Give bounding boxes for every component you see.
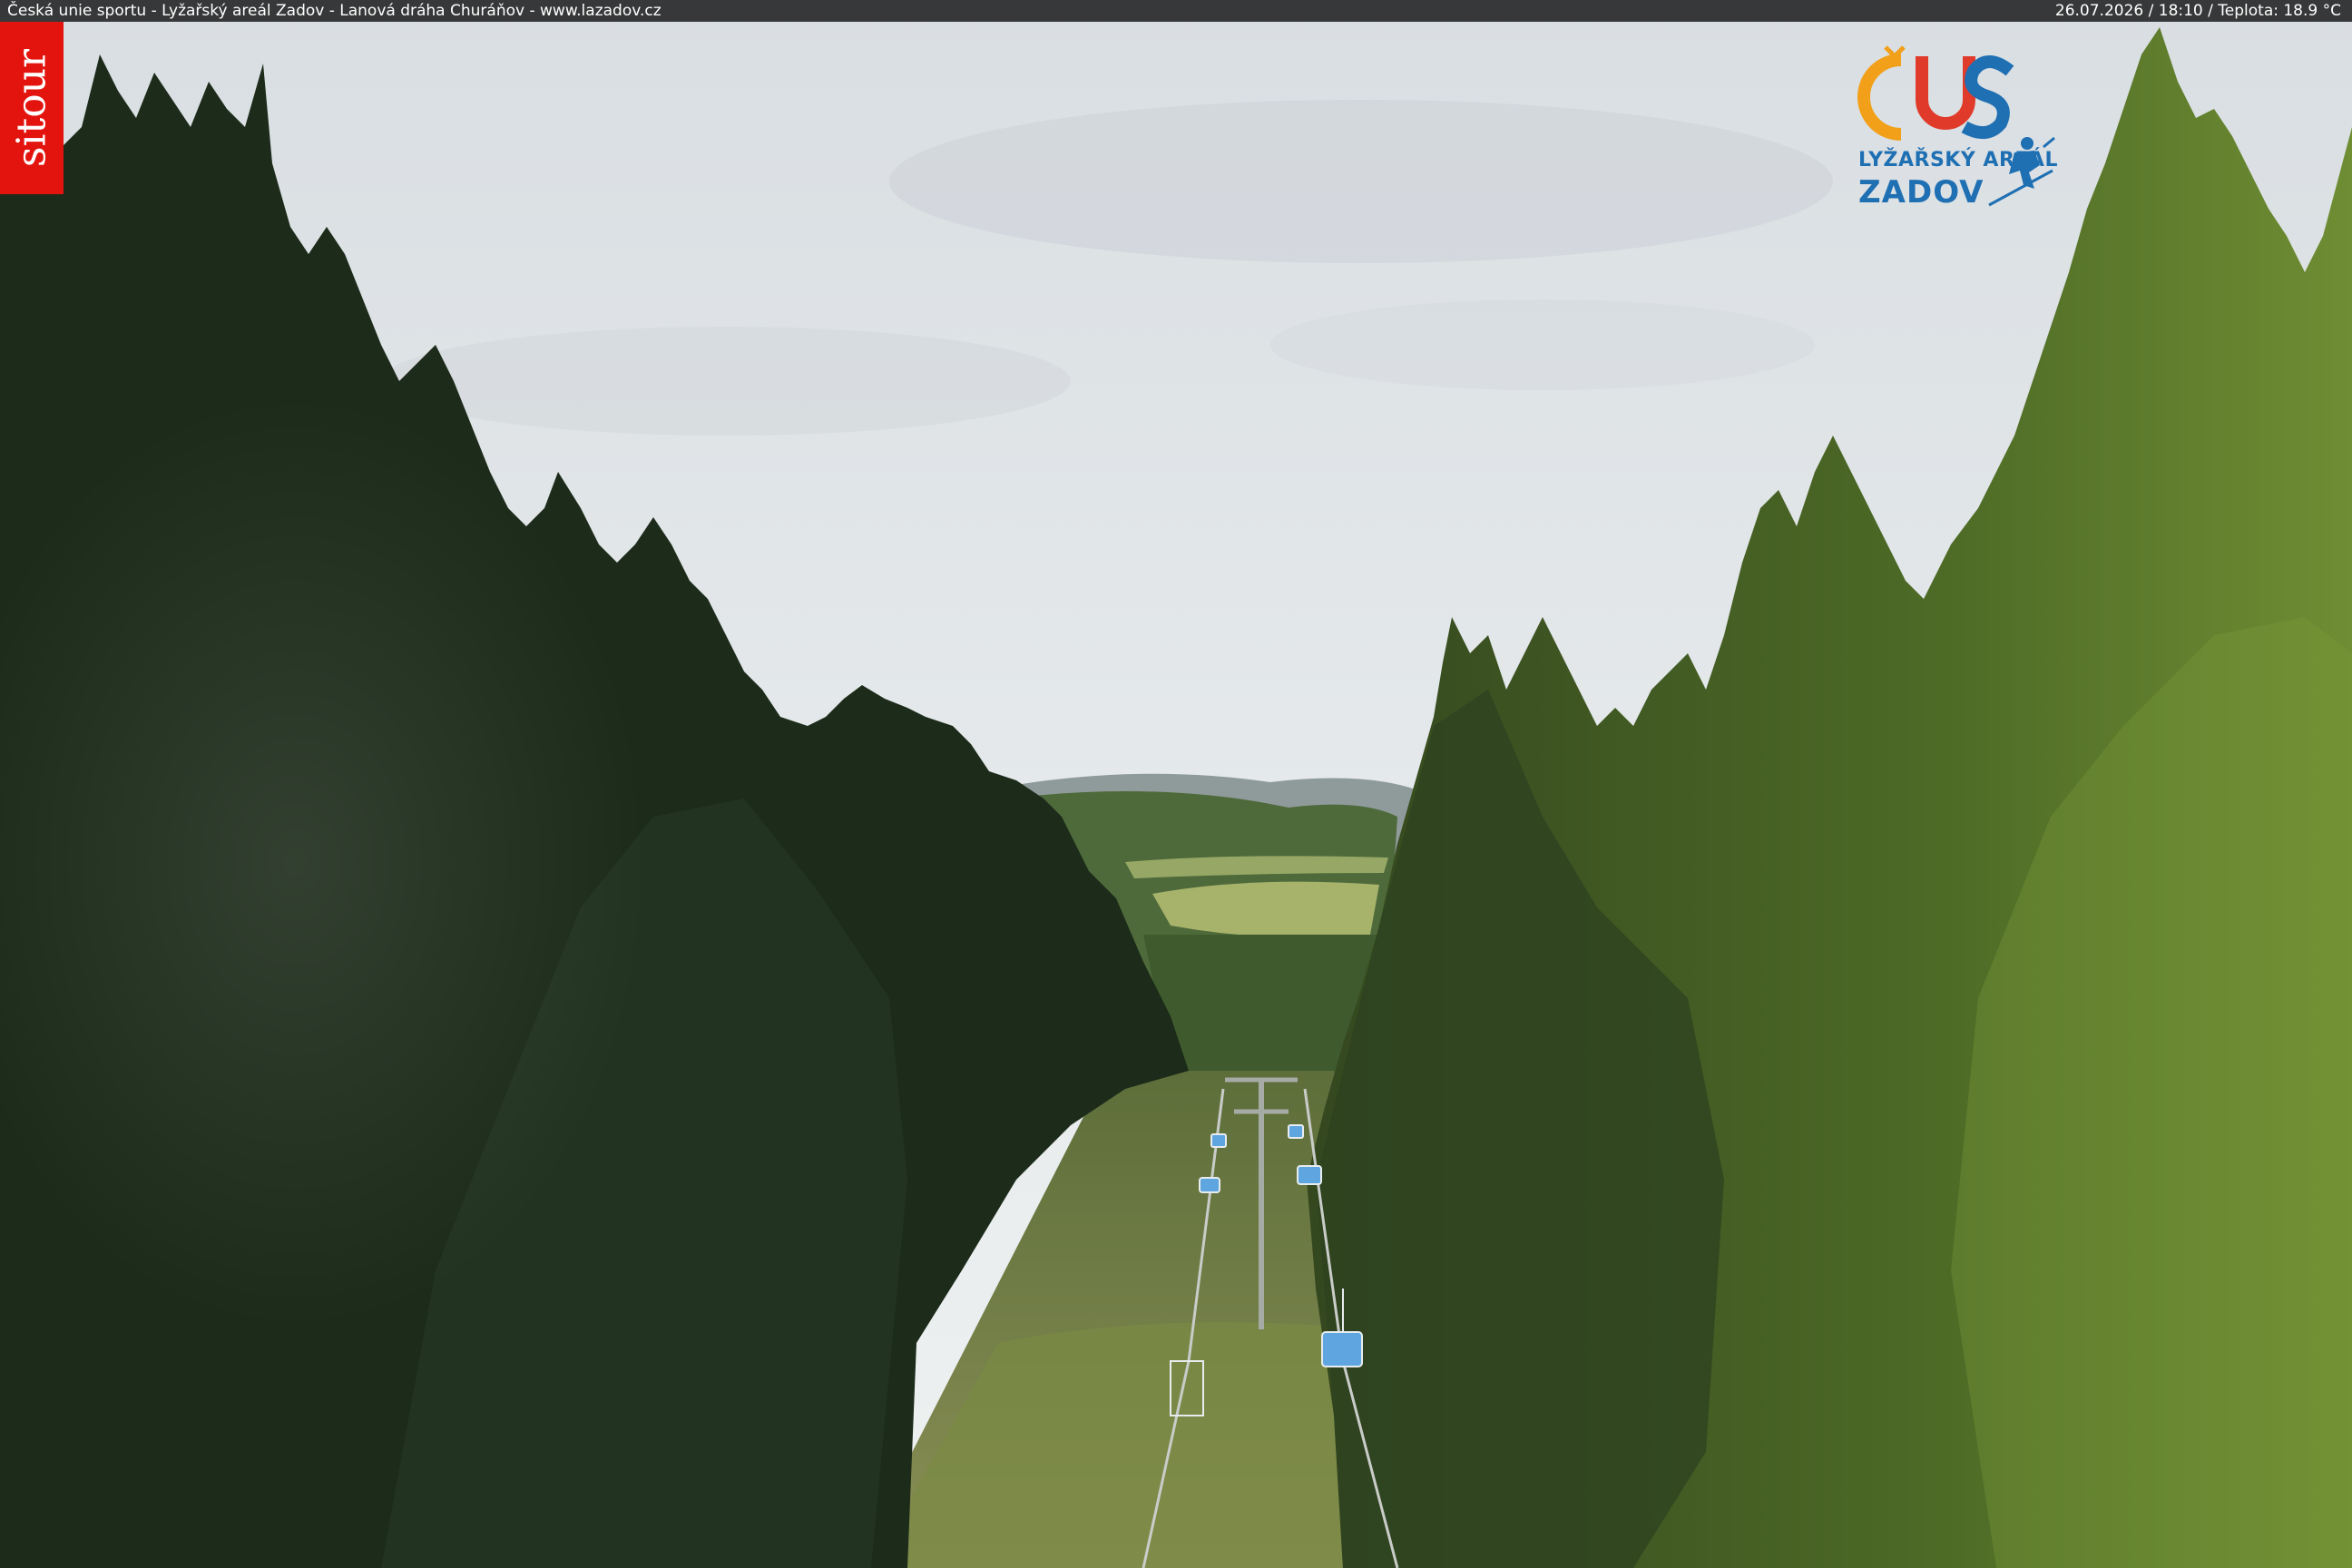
- logo-line1: LYŽAŘSKÝ AREÁL: [1858, 149, 2058, 172]
- webcam-photo: [0, 0, 2352, 1568]
- caption-text: Česká unie sportu - Lyžařský areál Zadov…: [7, 2, 662, 20]
- info-bar: Česká unie sportu - Lyžařský areál Zadov…: [0, 0, 2352, 22]
- sitour-text: sitour: [8, 48, 55, 168]
- status-text: 26.07.2026 / 18:10 / Teplota: 18.9 °C: [2054, 2, 2341, 20]
- zadov-logo: LYŽAŘSKÝ AREÁL ZADOV: [1851, 44, 2078, 216]
- cloud: [1270, 299, 1815, 390]
- sitour-watermark: sitour: [0, 22, 64, 194]
- cus-logo-icon: [1857, 45, 2014, 141]
- logo-line2: ZADOV: [1858, 174, 1984, 211]
